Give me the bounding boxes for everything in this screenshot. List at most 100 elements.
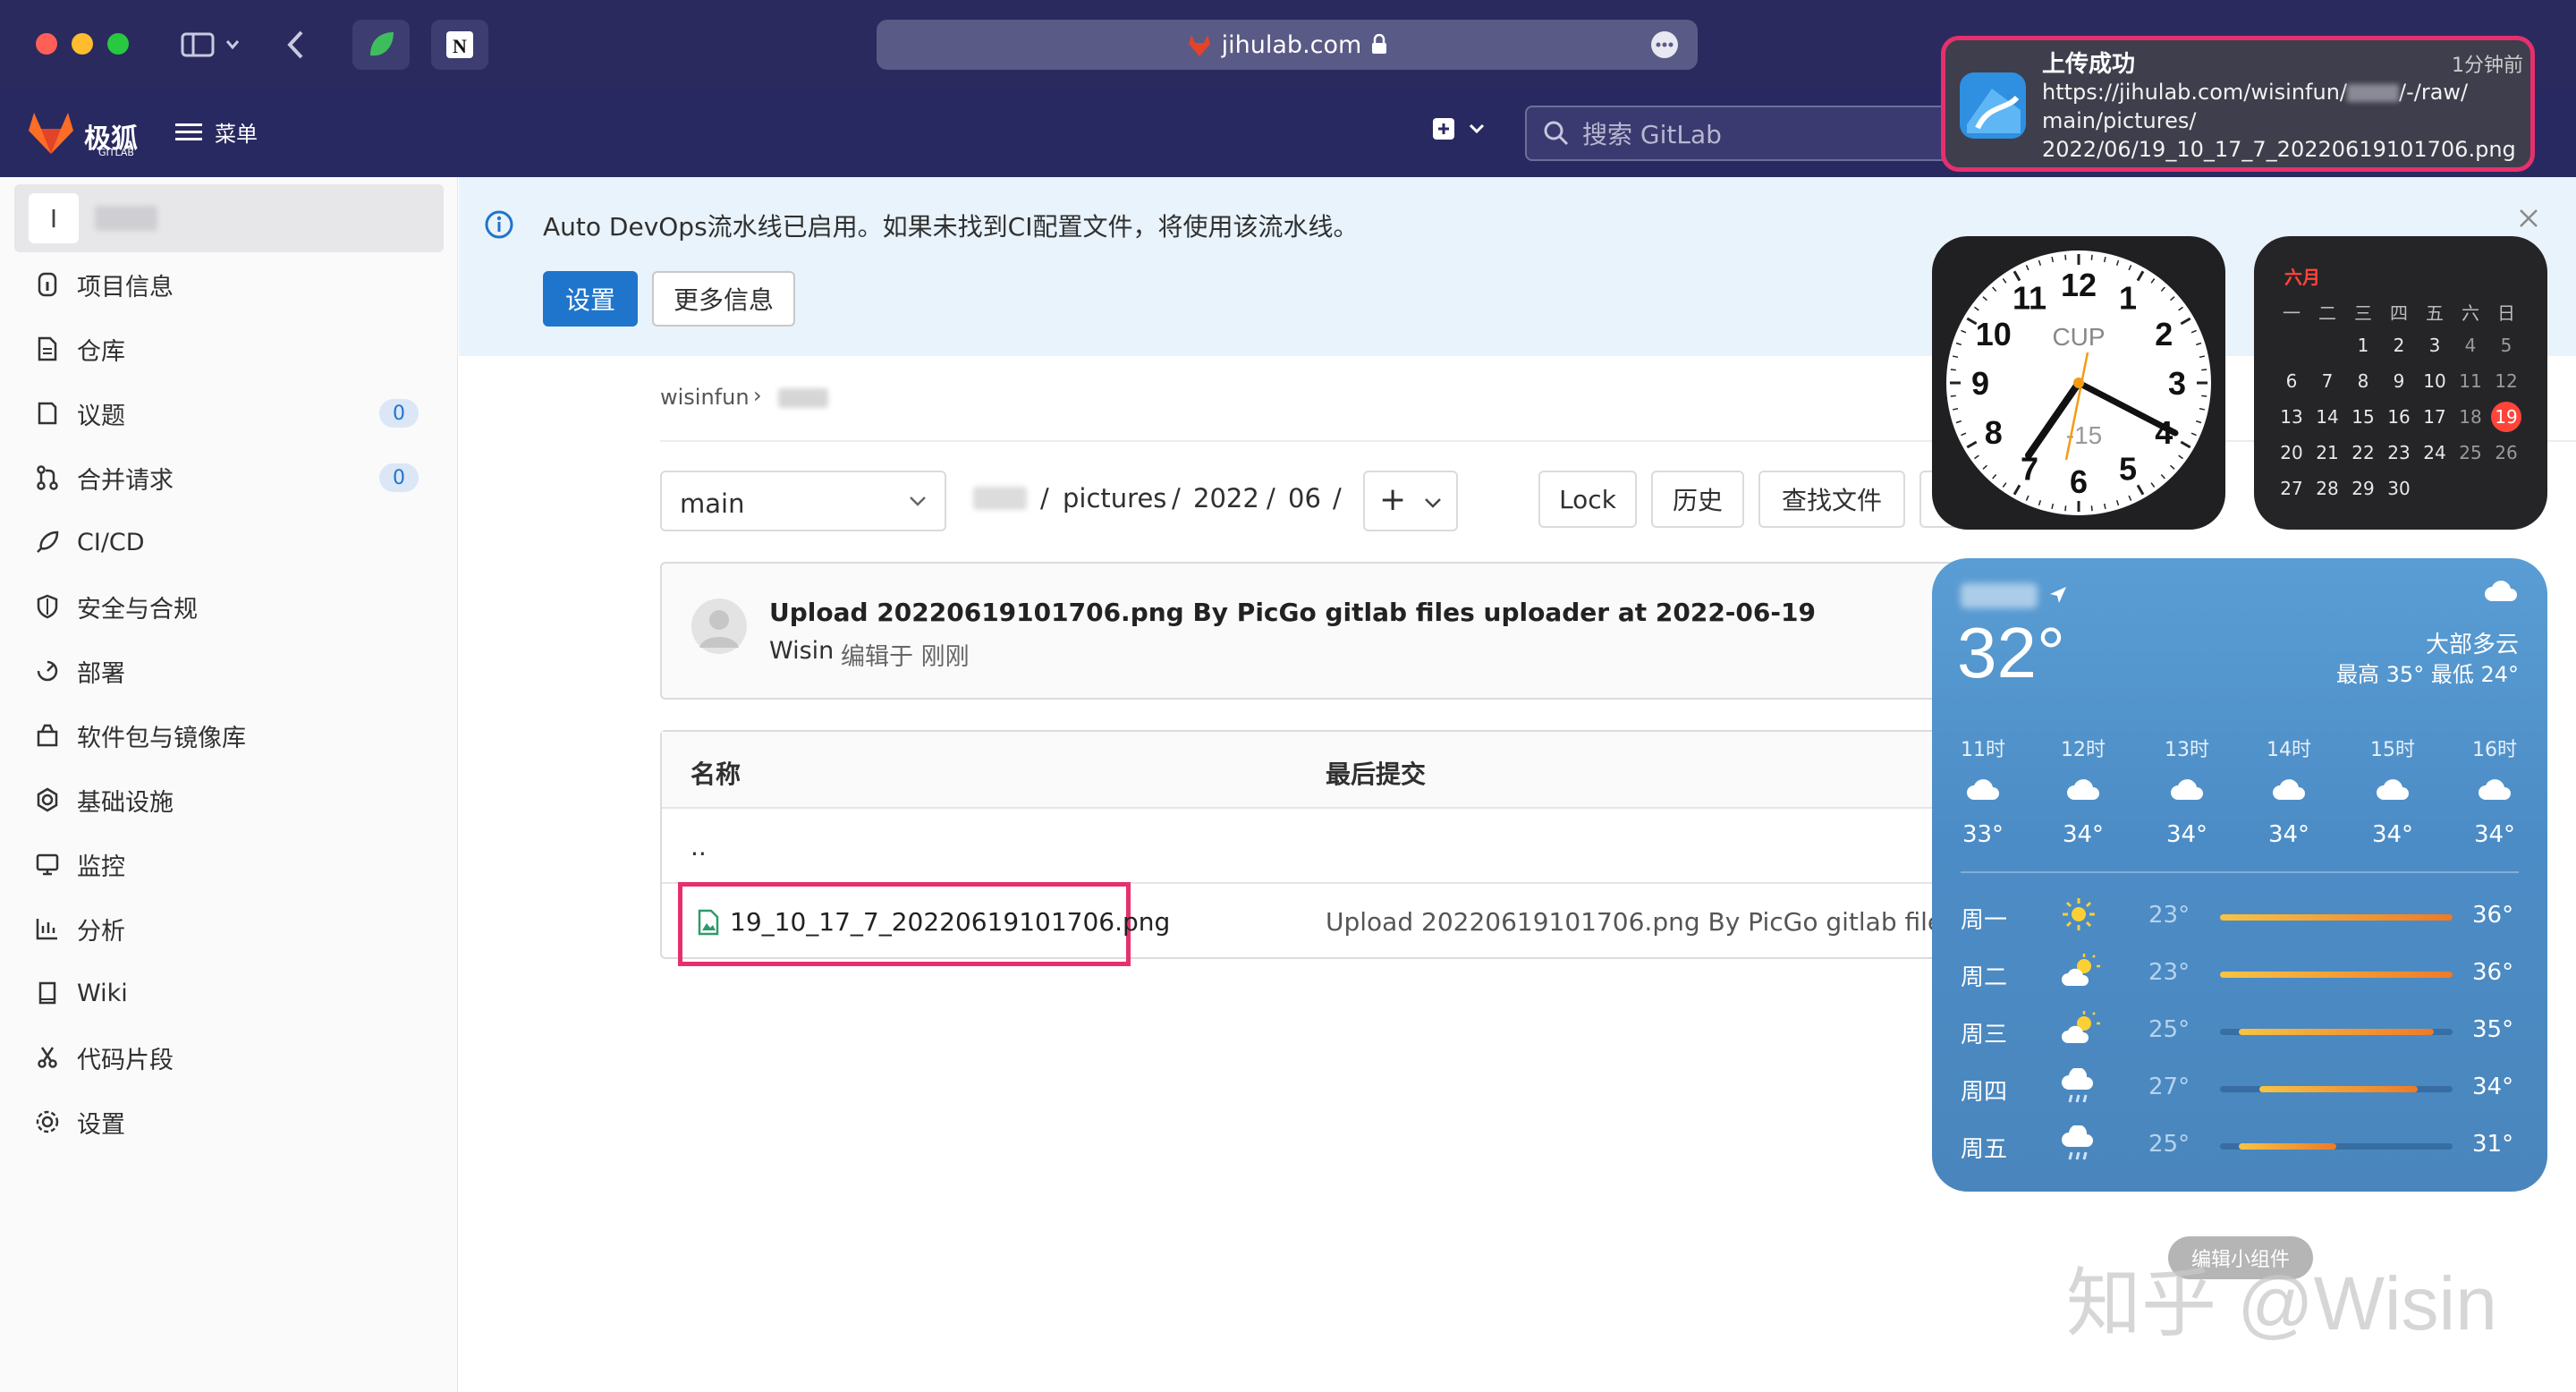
issues-icon (38, 402, 57, 425)
parent-directory-link[interactable]: .. (691, 832, 707, 862)
branch-selector[interactable]: main (660, 471, 946, 531)
sun-cloud-icon (2062, 1011, 2100, 1043)
scissors-icon (38, 1047, 57, 1068)
clock-number: 3 (2168, 365, 2186, 402)
main-menu-button[interactable]: 菜单 (175, 116, 258, 148)
sidebar-item-label: 监控 (77, 853, 125, 881)
sidebar-item-wiki[interactable]: Wiki (34, 975, 128, 1011)
temperature-range-fill (2220, 972, 2453, 978)
path-segment-year[interactable]: 2022 (1193, 483, 1259, 514)
daily-high: 36° (2472, 959, 2514, 986)
header-name: 名称 (691, 760, 741, 789)
hourly-icon (2169, 777, 2205, 802)
notification-time: 1分钟前 (2452, 55, 2523, 77)
day-number: 30 (2387, 478, 2411, 499)
minimize-window-button[interactable] (72, 33, 93, 55)
more-info-button[interactable]: 更多信息 (652, 271, 795, 327)
daily-high: 36° (2472, 902, 2514, 929)
find-file-button[interactable]: 查找文件 (1758, 471, 1905, 528)
day-number: 22 (2351, 442, 2375, 463)
path-root-blurred[interactable] (973, 487, 1027, 510)
more-options-icon[interactable] (1649, 30, 1680, 60)
sidebar-item-issues[interactable]: 议题 (34, 395, 125, 431)
hourly-icon (1965, 777, 2001, 802)
search-input[interactable]: 搜索 GitLab (1525, 106, 1954, 161)
day-number: 9 (2393, 370, 2405, 392)
path-segment-pictures[interactable]: pictures (1063, 483, 1166, 514)
sidebar-toggle-button[interactable] (170, 20, 250, 70)
lock-icon (1372, 34, 1387, 54)
close-window-button[interactable] (36, 33, 57, 55)
calendar-widget[interactable]: 六月一二三四五六日 1 2 3 4 5 6 7 8 9 10 11 12 13 14 15 16 17 18 19 20… (2254, 236, 2547, 530)
close-icon[interactable] (2518, 208, 2539, 229)
notion-extension-button[interactable]: N (431, 20, 488, 70)
sidebar-item-settings[interactable]: 设置 (34, 1104, 125, 1140)
clock-number: 11 (2012, 280, 2046, 317)
temperature-range-fill (2238, 1143, 2336, 1150)
path-segment-month[interactable]: 06 (1288, 483, 1321, 514)
daily-low: 27° (2148, 1074, 2190, 1100)
sidebar-item-merge-requests[interactable]: 合并请求 (34, 460, 174, 496)
sidebar-item-snippets[interactable]: 代码片段 (34, 1040, 174, 1075)
extension-button[interactable] (352, 20, 410, 70)
daily-day: 周五 (1961, 1136, 2008, 1163)
create-new-dropdown[interactable] (1431, 116, 1485, 141)
day-number: 3 (2428, 335, 2441, 356)
count-badge: 0 (379, 463, 419, 492)
sidebar-item-packages-registries[interactable]: 软件包与镜像库 (34, 717, 246, 753)
rocket-icon (37, 530, 59, 553)
upload-notification[interactable]: 上传成功 1分钟前 https://jihulab.com/wisinfun/ /… (1941, 36, 2535, 172)
lock-button[interactable]: Lock (1538, 471, 1637, 528)
notification-line: 2022/06/19_10_17_7_20220619101706.png (2042, 137, 2516, 162)
commit-title[interactable]: Upload 20220619101706.png By PicGo gitla… (769, 598, 1816, 627)
gitlab-logo-icon[interactable] (27, 111, 75, 156)
sidebar-item-security-compliance[interactable]: 安全与合规 (34, 589, 198, 624)
day-number: 24 (2423, 442, 2446, 463)
hourly-temp: 33° (1962, 821, 2004, 848)
document-icon (38, 336, 57, 361)
zoom-window-button[interactable] (107, 33, 129, 55)
breadcrumb-owner[interactable]: wisinfun (660, 385, 750, 410)
address-bar[interactable]: jihulab.com (877, 20, 1698, 70)
file-last-commit[interactable]: Upload 20220619101706.png By PicGo gitla… (1326, 907, 2004, 937)
path-separator: / (1172, 483, 1181, 514)
banner-message: Auto DevOps流水线已启用。如果未找到CI配置文件，将使用该流水线。 (543, 212, 1359, 242)
merge-request-icon (37, 465, 58, 490)
clock-widget[interactable]: 12 1 2 3 4 5 6 7 8 9 10 11 CUP -15 (1932, 236, 2225, 530)
clock-tick (2064, 254, 2067, 260)
chevron-down-icon (1469, 123, 1485, 134)
search-icon (1544, 121, 1569, 146)
sidebar-item-analytics[interactable]: 分析 (34, 911, 125, 946)
day-number: 1 (2357, 335, 2369, 356)
sidebar-item-monitor[interactable]: 监控 (34, 846, 125, 882)
sidebar-item-infrastructure[interactable]: 基础设施 (34, 782, 174, 818)
file-name-link[interactable]: 19_10_17_7_20220619101706.png (730, 907, 1170, 937)
clock-tick (1950, 395, 1956, 397)
day-number: 15 (2351, 406, 2375, 428)
cloud-icon (1967, 779, 1999, 800)
picgo-app-icon (1960, 72, 2026, 139)
avatar[interactable] (691, 598, 748, 655)
location-arrow-icon (2050, 587, 2066, 603)
calendar-day: 26 (2488, 442, 2524, 463)
weather-widget[interactable]: 32° 大部多云 最高 35° 最低 24° (1932, 558, 2547, 1192)
calendar-day: 20 (2274, 442, 2309, 463)
history-button[interactable]: 历史 (1651, 471, 1744, 528)
sidebar-item-label: 软件包与镜像库 (77, 724, 246, 752)
sidebar-item-project-info[interactable]: 项目信息 (34, 267, 174, 302)
commit-author[interactable]: Wisin (769, 637, 834, 665)
settings-button[interactable]: 设置 (543, 271, 638, 327)
sidebar-item-repository[interactable]: 仓库 (34, 331, 125, 367)
clock-number: 2 (2155, 316, 2173, 352)
hourly-time: 14时 (2267, 739, 2311, 761)
daily-low: 25° (2148, 1131, 2190, 1158)
add-to-tree-dropdown[interactable]: + (1363, 471, 1458, 531)
back-button[interactable] (277, 20, 313, 70)
project-header[interactable]: I (14, 184, 444, 252)
day-number: 17 (2423, 406, 2446, 428)
sidebar-item-deployments[interactable]: 部署 (34, 653, 125, 689)
calendar-day: 29 (2345, 478, 2381, 499)
cloud-gear-icon (37, 787, 58, 812)
breadcrumb-project-blurred[interactable] (778, 388, 828, 408)
sidebar-item-ci-cd[interactable]: CI/CD (34, 524, 145, 560)
